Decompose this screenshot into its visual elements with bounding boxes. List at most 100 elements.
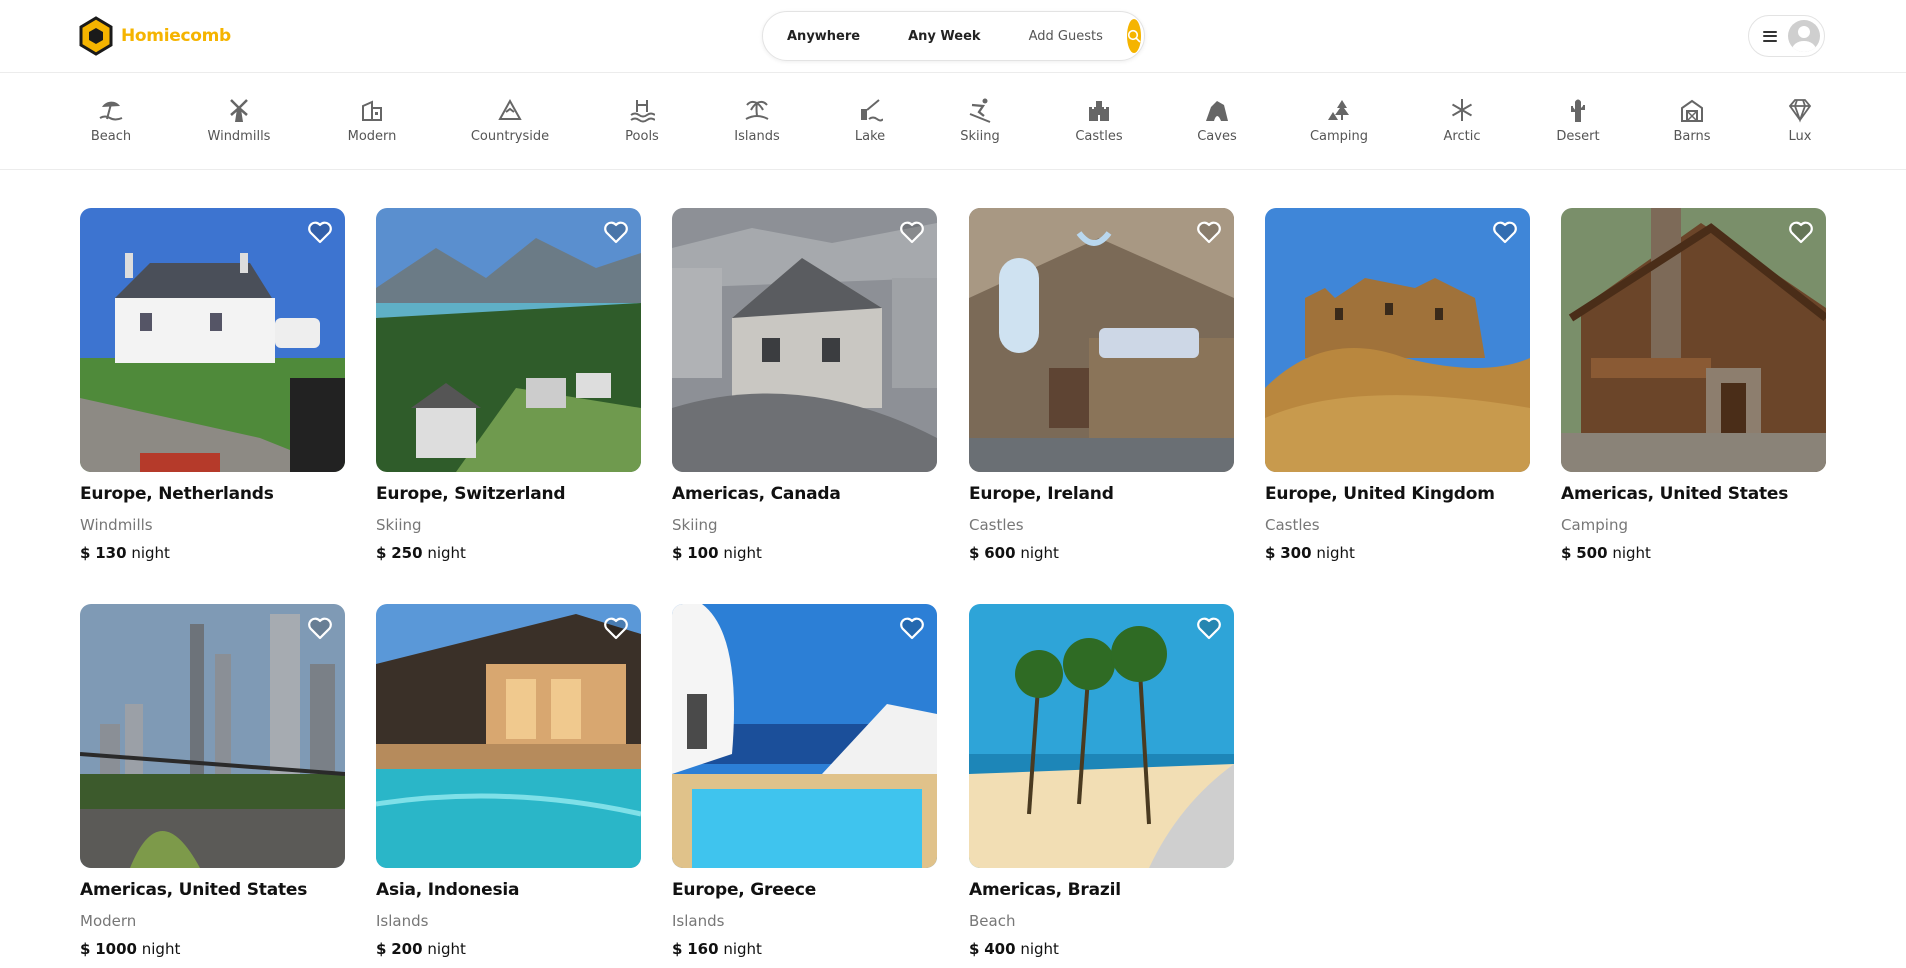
listing-card[interactable]: Europe, United Kingdom Castles $ 300 nig… — [1265, 208, 1530, 562]
listing-card[interactable]: Europe, Ireland Castles $ 600 night — [969, 208, 1234, 562]
listing-card[interactable]: Americas, United States Camping $ 500 ni… — [1561, 208, 1826, 562]
user-menu-button[interactable] — [1748, 15, 1825, 57]
category-label: Beach — [90, 129, 132, 144]
price-value: 250 — [391, 544, 423, 562]
category-islands[interactable]: Islands — [702, 97, 812, 144]
listing-price: $ 160 night — [672, 940, 937, 958]
currency: $ — [969, 544, 980, 562]
listing-location: Americas, Canada — [672, 484, 841, 504]
heart-icon[interactable] — [899, 220, 925, 244]
search-guests[interactable]: Add Guests — [1005, 29, 1127, 44]
listing-photo[interactable] — [1561, 208, 1826, 472]
search-where[interactable]: Anywhere — [763, 29, 884, 44]
listing-location: Asia, Indonesia — [376, 880, 520, 900]
price-unit: night — [1020, 940, 1059, 958]
listing-category: Beach — [969, 912, 1016, 930]
heart-icon[interactable] — [603, 616, 629, 640]
listing-location: Europe, Ireland — [969, 484, 1114, 504]
price-value: 200 — [391, 940, 423, 958]
heart-icon[interactable] — [1788, 220, 1814, 244]
category-arctic[interactable]: Arctic — [1407, 97, 1517, 144]
heart-icon[interactable] — [1196, 220, 1222, 244]
listing-photo[interactable] — [969, 208, 1234, 472]
listing-photo[interactable] — [376, 604, 641, 868]
category-caves[interactable]: Caves — [1162, 97, 1272, 144]
listing-price: $ 250 night — [376, 544, 641, 562]
listing-location: Europe, Greece — [672, 880, 817, 900]
currency: $ — [376, 544, 387, 562]
category-label: Windmills — [207, 129, 271, 144]
price-value: 300 — [1280, 544, 1312, 562]
category-label: Pools — [625, 129, 659, 144]
listing-photo[interactable] — [672, 208, 937, 472]
modern-house-icon — [362, 100, 382, 121]
listing-card[interactable]: Asia, Indonesia Islands $ 200 night — [376, 604, 641, 958]
currency: $ — [376, 940, 387, 958]
listing-photo[interactable] — [376, 208, 641, 472]
category-camping[interactable]: Camping — [1284, 97, 1394, 144]
search-button[interactable] — [1126, 19, 1141, 53]
price-unit: night — [427, 940, 466, 958]
listing-location: Europe, Switzerland — [376, 484, 566, 504]
search-when[interactable]: Any Week — [884, 29, 1004, 44]
listing-photo[interactable] — [672, 604, 937, 868]
search-bar[interactable]: Anywhere Any Week Add Guests — [762, 11, 1145, 61]
currency: $ — [672, 544, 683, 562]
listing-price: $ 600 night — [969, 544, 1234, 562]
price-unit: night — [1612, 544, 1651, 562]
category-lux[interactable]: Lux — [1745, 97, 1855, 144]
category-lake[interactable]: Lake — [815, 97, 925, 144]
category-desert[interactable]: Desert — [1523, 97, 1633, 144]
category-barns[interactable]: Barns — [1637, 97, 1747, 144]
listing-location: Europe, United Kingdom — [1265, 484, 1495, 504]
app-name: Homiecomb — [121, 26, 231, 46]
listing-card[interactable]: Europe, Switzerland Skiing $ 250 night — [376, 208, 641, 562]
listing-category: Modern — [80, 912, 137, 930]
listing-photo[interactable] — [969, 604, 1234, 868]
heart-icon[interactable] — [1196, 616, 1222, 640]
top-navbar: Homiecomb Anywhere Any Week Add Guests — [0, 0, 1906, 73]
category-castles[interactable]: Castles — [1044, 97, 1154, 144]
listing-card[interactable]: Americas, Canada Skiing $ 100 night — [672, 208, 937, 562]
category-pools[interactable]: Pools — [587, 97, 697, 144]
currency: $ — [1561, 544, 1572, 562]
heart-icon[interactable] — [899, 616, 925, 640]
category-windmills[interactable]: Windmills — [184, 97, 294, 144]
listing-category: Castles — [969, 516, 1024, 534]
cactus-icon — [1571, 99, 1585, 122]
listing-card[interactable]: Americas, United States Modern $ 1000 ni… — [80, 604, 345, 958]
listing-card[interactable]: Europe, Netherlands Windmills $ 130 nigh… — [80, 208, 345, 562]
category-label: Caves — [1197, 129, 1237, 144]
currency: $ — [80, 940, 91, 958]
category-label: Barns — [1673, 129, 1711, 144]
currency: $ — [672, 940, 683, 958]
honeycomb-logo-icon — [79, 16, 113, 56]
price-unit: night — [1316, 544, 1355, 562]
skiing-icon — [969, 98, 991, 123]
listing-photo[interactable] — [1265, 208, 1530, 472]
mountain-icon — [498, 98, 522, 120]
logo[interactable]: Homiecomb — [79, 16, 231, 56]
listing-card[interactable]: Americas, Brazil Beach $ 400 night — [969, 604, 1234, 958]
listing-category: Camping — [1561, 516, 1628, 534]
category-modern[interactable]: Modern — [317, 97, 427, 144]
category-label: Modern — [347, 129, 397, 144]
listing-price: $ 500 night — [1561, 544, 1826, 562]
snowflake-icon — [1451, 99, 1473, 121]
currency: $ — [969, 940, 980, 958]
category-beach[interactable]: Beach — [56, 97, 166, 144]
listing-photo[interactable] — [80, 604, 345, 868]
price-value: 1000 — [95, 940, 137, 958]
category-countryside[interactable]: Countryside — [455, 97, 565, 144]
heart-icon[interactable] — [603, 220, 629, 244]
category-skiing[interactable]: Skiing — [925, 97, 1035, 144]
heart-icon[interactable] — [307, 616, 333, 640]
heart-icon[interactable] — [1492, 220, 1518, 244]
category-label: Camping — [1309, 129, 1369, 144]
listing-photo[interactable] — [80, 208, 345, 472]
heart-icon[interactable] — [307, 220, 333, 244]
listing-card[interactable]: Europe, Greece Islands $ 160 night — [672, 604, 937, 958]
cave-icon — [1206, 101, 1228, 121]
windmill-icon — [230, 99, 248, 122]
island-icon — [745, 100, 769, 120]
